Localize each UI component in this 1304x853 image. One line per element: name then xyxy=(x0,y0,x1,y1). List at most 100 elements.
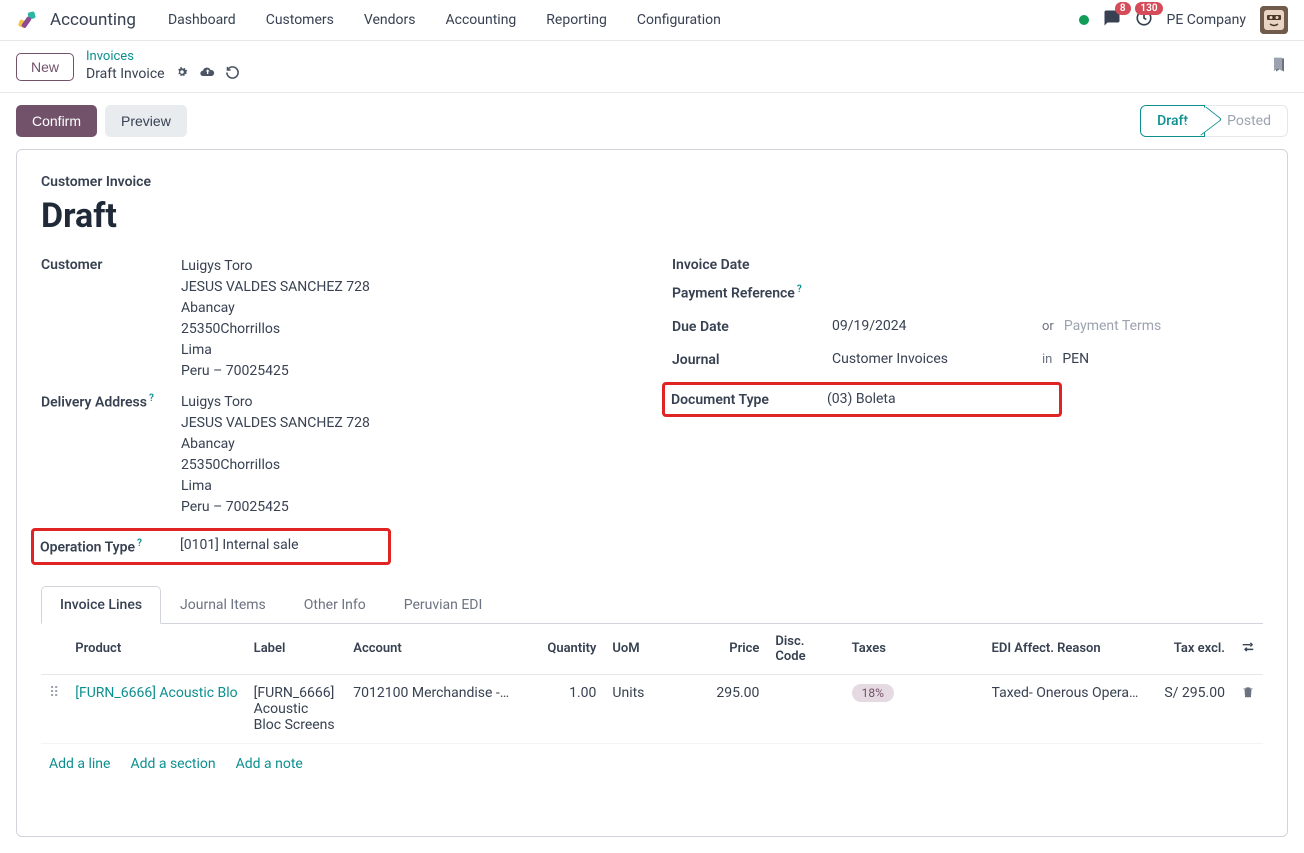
customer-label: Customer xyxy=(41,256,181,382)
preview-button[interactable]: Preview xyxy=(105,105,187,137)
operation-type-value[interactable]: [0101] Internal sale xyxy=(180,537,382,556)
currency-value[interactable]: PEN xyxy=(1062,351,1089,367)
app-logo[interactable] xyxy=(16,8,40,32)
payment-ref-value[interactable] xyxy=(832,283,1263,302)
tax-chip[interactable]: 18% xyxy=(852,684,894,702)
customer-line: Lima xyxy=(181,340,632,361)
journal-sep: in xyxy=(1042,352,1052,367)
add-section-link[interactable]: Add a section xyxy=(130,756,215,772)
invoice-card: Customer Invoice Draft Customer Luigys T… xyxy=(16,149,1288,837)
app-name[interactable]: Accounting xyxy=(50,10,136,30)
breadcrumb-parent[interactable]: Invoices xyxy=(86,49,240,64)
due-date-value[interactable]: 09/19/2024 xyxy=(832,318,1032,334)
doc-type-label: Customer Invoice xyxy=(41,174,1263,190)
help-icon[interactable]: ? xyxy=(137,538,142,549)
undo-icon[interactable] xyxy=(225,65,240,84)
nav-reporting[interactable]: Reporting xyxy=(534,6,619,34)
activities-badge: 130 xyxy=(1135,2,1162,15)
col-price[interactable]: Price xyxy=(672,624,767,675)
cell-label[interactable]: [FURN_6666] Acoustic Bloc Screens xyxy=(246,674,346,743)
tab-other-info[interactable]: Other Info xyxy=(285,586,385,624)
nav-configuration[interactable]: Configuration xyxy=(625,6,733,34)
field-invoice-date: Invoice Date xyxy=(672,256,1263,273)
field-journal: Journal Customer Invoices in PEN xyxy=(672,351,1263,368)
tab-journal-items[interactable]: Journal Items xyxy=(161,586,285,624)
customer-line: Abancay xyxy=(181,298,632,319)
cell-tax-excl[interactable]: S/ 295.00 xyxy=(1146,674,1233,743)
help-icon[interactable]: ? xyxy=(149,393,154,404)
payment-terms-input[interactable]: Payment Terms xyxy=(1064,318,1161,334)
activities-icon[interactable]: 130 xyxy=(1135,9,1153,31)
col-product[interactable]: Product xyxy=(67,624,245,675)
invoice-date-value[interactable] xyxy=(832,256,1263,273)
document-type-value[interactable]: (03) Boleta xyxy=(827,391,1053,408)
nav-customers[interactable]: Customers xyxy=(254,6,346,34)
invoice-date-label: Invoice Date xyxy=(672,256,832,273)
messages-icon[interactable]: 8 xyxy=(1103,9,1121,31)
connection-status-icon xyxy=(1079,15,1089,25)
columns-adjust-icon[interactable] xyxy=(1241,643,1255,658)
nav-vendors[interactable]: Vendors xyxy=(352,6,428,34)
col-tax-excl[interactable]: Tax excl. xyxy=(1146,624,1233,675)
delivery-line: Peru – 70025425 xyxy=(181,497,632,518)
help-icon[interactable]: ? xyxy=(797,284,802,295)
form-col-left: Customer Luigys Toro JESUS VALDES SANCHE… xyxy=(41,256,632,565)
col-adjust[interactable] xyxy=(1233,624,1263,675)
payment-ref-label: Payment Reference? xyxy=(672,283,832,302)
cell-quantity[interactable]: 1.00 xyxy=(517,674,604,743)
cell-price[interactable]: 295.00 xyxy=(672,674,767,743)
journal-value[interactable]: Customer Invoices xyxy=(832,351,1032,367)
add-note-link[interactable]: Add a note xyxy=(236,756,303,772)
due-date-sep: or xyxy=(1042,319,1054,334)
cell-disc[interactable] xyxy=(767,674,843,743)
journal-value-group: Customer Invoices in PEN xyxy=(832,351,1263,368)
document-type-label: Document Type xyxy=(671,391,827,408)
nav-dashboard[interactable]: Dashboard xyxy=(156,6,248,34)
nav-accounting[interactable]: Accounting xyxy=(433,6,528,34)
messages-badge: 8 xyxy=(1115,2,1131,15)
customer-line: JESUS VALDES SANCHEZ 728 xyxy=(181,277,632,298)
gear-icon[interactable] xyxy=(175,65,189,83)
status-draft[interactable]: Draft xyxy=(1140,105,1205,137)
col-quantity[interactable]: Quantity xyxy=(517,624,604,675)
confirm-button[interactable]: Confirm xyxy=(16,105,97,137)
col-disc[interactable]: Disc. Code xyxy=(767,624,843,675)
company-name[interactable]: PE Company xyxy=(1167,12,1246,28)
operation-type-highlight: Operation Type? [0101] Internal sale xyxy=(31,528,391,565)
col-taxes[interactable]: Taxes xyxy=(844,624,984,675)
avatar[interactable] xyxy=(1260,6,1288,34)
delivery-value[interactable]: Luigys Toro JESUS VALDES SANCHEZ 728 Aba… xyxy=(181,392,632,518)
col-edi[interactable]: EDI Affect. Reason xyxy=(984,624,1147,675)
cloud-upload-icon[interactable] xyxy=(199,64,215,84)
field-customer: Customer Luigys Toro JESUS VALDES SANCHE… xyxy=(41,256,632,382)
customer-value[interactable]: Luigys Toro JESUS VALDES SANCHEZ 728 Aba… xyxy=(181,256,632,382)
col-uom[interactable]: UoM xyxy=(604,624,672,675)
form-row: Customer Luigys Toro JESUS VALDES SANCHE… xyxy=(41,256,1263,565)
new-button[interactable]: New xyxy=(16,53,74,81)
col-label[interactable]: Label xyxy=(246,624,346,675)
top-nav: Accounting Dashboard Customers Vendors A… xyxy=(0,0,1304,41)
cell-edi[interactable]: Taxed- Onerous Opera… xyxy=(984,674,1147,743)
cell-account[interactable]: 7012100 Merchandise -… xyxy=(345,674,517,743)
tab-peruvian-edi[interactable]: Peruvian EDI xyxy=(385,586,502,624)
nav-right: 8 130 PE Company xyxy=(1079,6,1288,34)
breadcrumb: Invoices Draft Invoice xyxy=(86,49,240,84)
status-indicator: Draft Posted xyxy=(1140,105,1288,137)
drag-handle[interactable]: ⠿ xyxy=(41,674,67,743)
cell-uom[interactable]: Units xyxy=(604,674,672,743)
cell-delete[interactable] xyxy=(1233,674,1263,743)
delivery-label: Delivery Address? xyxy=(41,392,181,518)
cell-product[interactable]: [FURN_6666] Acoustic Blo xyxy=(67,674,245,743)
customer-line: Peru – 70025425 xyxy=(181,361,632,382)
status-posted[interactable]: Posted xyxy=(1205,105,1288,137)
tabs: Invoice Lines Journal Items Other Info P… xyxy=(41,585,1263,624)
breadcrumb-current-text: Draft Invoice xyxy=(86,66,165,82)
cell-taxes[interactable]: 18% xyxy=(844,674,984,743)
add-line-link[interactable]: Add a line xyxy=(49,756,110,772)
trash-icon[interactable] xyxy=(1241,687,1255,703)
table-row[interactable]: ⠿ [FURN_6666] Acoustic Blo [FURN_6666] A… xyxy=(41,674,1263,743)
tab-invoice-lines[interactable]: Invoice Lines xyxy=(41,586,161,624)
col-account[interactable]: Account xyxy=(345,624,517,675)
col-drag xyxy=(41,624,67,675)
bookmark-icon[interactable] xyxy=(1272,55,1288,79)
